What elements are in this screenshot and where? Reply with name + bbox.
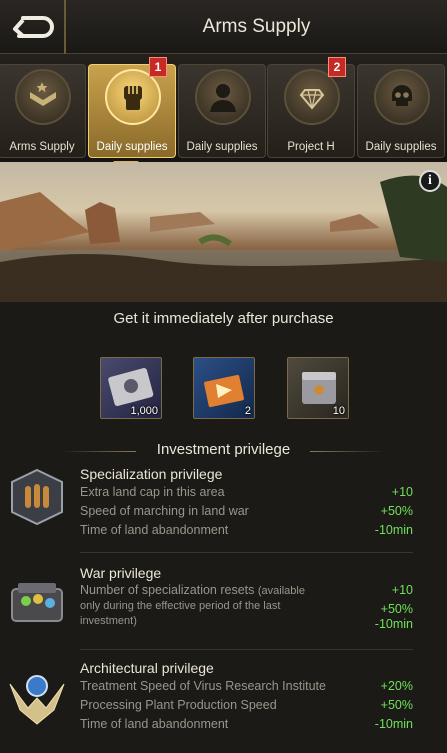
reward-item-cash-crate[interactable]: 1,000	[100, 357, 162, 419]
tab-label: Daily supplies	[96, 141, 168, 153]
header-bar: Arms Supply	[0, 0, 447, 54]
purchase-subtitle: Get it immediately after purchase	[113, 310, 334, 327]
tab-arms-supply[interactable]: Arms Supply	[0, 64, 86, 158]
privilege-row-value: +50%	[380, 504, 413, 518]
privilege-name: Architectural privilege	[80, 660, 214, 676]
privilege-row-label: Speed of marching in land war	[80, 504, 249, 518]
tab-daily-supplies-3[interactable]: Daily supplies	[357, 64, 445, 158]
notification-badge: 1	[149, 57, 167, 77]
privilege-row: Extra land cap in this area +10	[80, 485, 413, 499]
privilege-row: Processing Plant Production Speed +50%	[80, 698, 413, 712]
privilege-row: Time of land abandonment -10min	[80, 717, 413, 731]
privilege-row-value: +50%	[380, 602, 413, 616]
ammo-badge-icon	[11, 468, 63, 526]
privilege-row-value: -10min	[374, 523, 413, 537]
page-title: Arms Supply	[202, 16, 311, 37]
section-divider	[310, 451, 386, 452]
reward-quantity: 2	[244, 405, 251, 417]
soldier-silhouette-icon	[195, 69, 251, 125]
tab-label: Arms Supply	[9, 141, 75, 153]
privilege-row-value: +20%	[380, 679, 413, 693]
winged-globe-icon	[9, 675, 65, 725]
section-title: Investment privilege	[156, 441, 291, 458]
tab-project-h[interactable]: 2 Project H	[267, 57, 355, 158]
skull-icon	[374, 69, 430, 125]
scenery-banner: i	[0, 162, 447, 302]
privilege-row-label: Treatment Speed of Virus Research Instit…	[80, 679, 326, 693]
privilege-row-label: Extra land cap in this area	[80, 485, 225, 499]
privilege-row-label: Time of land abandonment	[80, 717, 229, 731]
privilege-row: Speed of marching in land war +50%	[80, 504, 413, 518]
reward-quantity: 10	[332, 405, 345, 417]
tab-daily-supplies-1[interactable]: 1 Daily supplies	[88, 57, 176, 158]
privilege-divider	[80, 552, 413, 553]
privilege-row-value: +10	[391, 583, 413, 597]
reward-quantity: 1,000	[130, 405, 158, 417]
supply-crate-icon	[11, 583, 63, 622]
notification-badge: 2	[328, 57, 346, 77]
tab-daily-supplies-2[interactable]: Daily supplies	[178, 64, 266, 158]
privilege-divider	[80, 649, 413, 650]
rank-chevron-icon	[15, 69, 71, 125]
back-arrow-icon	[13, 16, 54, 38]
privilege-name: Specialization privilege	[80, 466, 223, 482]
privilege-row-label: Number of specialization resets	[80, 583, 255, 597]
privilege-row: Treatment Speed of Virus Research Instit…	[80, 679, 413, 693]
fist-icon	[105, 69, 161, 125]
tab-label: Daily supplies	[365, 141, 437, 153]
privilege-row-value: -10min	[374, 617, 413, 631]
privilege-row-value: +50%	[380, 698, 413, 712]
tab-label: Daily supplies	[186, 141, 258, 153]
diamond-laurel-icon	[284, 69, 340, 125]
privilege-row: Number of specialization resets (availab…	[80, 583, 327, 628]
privilege-name: War privilege	[80, 565, 162, 581]
privilege-row: Time of land abandonment -10min	[80, 523, 413, 537]
back-button[interactable]	[0, 0, 66, 54]
privilege-row-value: +10	[391, 485, 413, 499]
privilege-row-label: Time of land abandonment	[80, 523, 229, 537]
info-button[interactable]: i	[419, 170, 441, 192]
tab-strip: Arms Supply 1 Daily supplies Daily suppl…	[0, 54, 447, 162]
reward-item-resource-box[interactable]: 10	[287, 357, 349, 419]
privilege-row-label: Processing Plant Production Speed	[80, 698, 277, 712]
privilege-row-value: -10min	[374, 717, 413, 731]
tab-label: Project H	[287, 141, 335, 153]
reward-item-ticket-card[interactable]: 2	[193, 357, 255, 419]
desert-landscape-art	[0, 175, 447, 302]
